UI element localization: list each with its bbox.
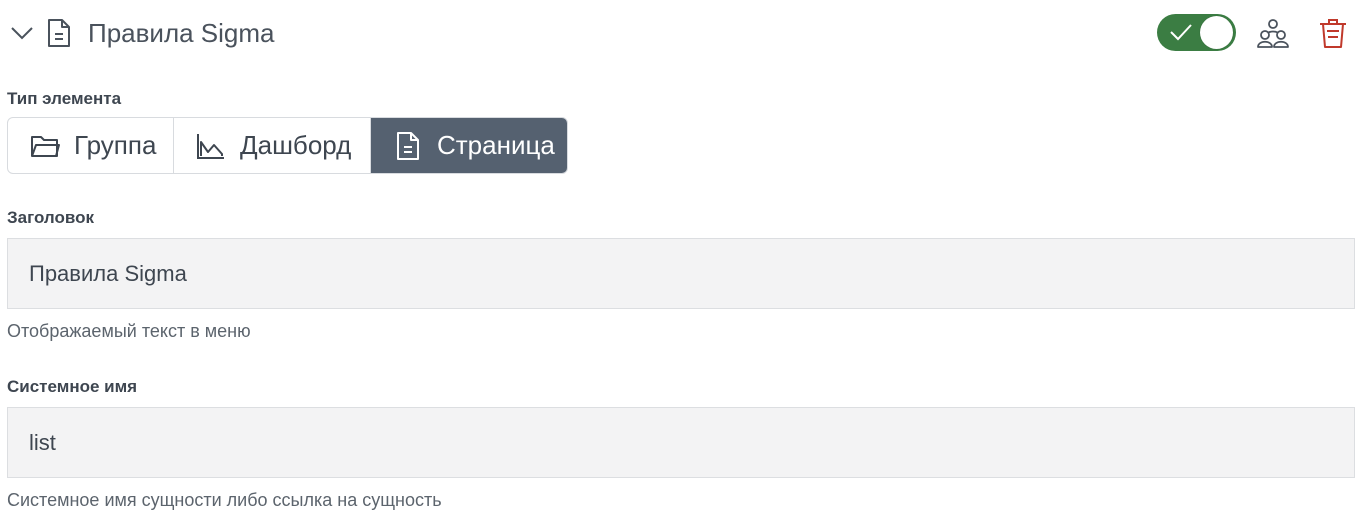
chevron-down-icon[interactable] bbox=[9, 22, 35, 44]
system-name-label: Системное имя bbox=[7, 377, 138, 396]
title-field-hint: Отображаемый текст в меню bbox=[7, 321, 251, 341]
check-icon bbox=[1169, 23, 1193, 46]
trash-icon[interactable] bbox=[1317, 16, 1349, 50]
system-name-input[interactable] bbox=[8, 408, 1354, 477]
chart-icon bbox=[194, 131, 228, 161]
document-icon bbox=[45, 18, 73, 48]
element-type-group[interactable]: Группа bbox=[8, 118, 174, 173]
title-field-label: Заголовок bbox=[7, 208, 95, 227]
element-type-label: Тип элемента bbox=[7, 89, 122, 108]
document-icon bbox=[391, 131, 425, 161]
users-icon[interactable] bbox=[1257, 16, 1289, 50]
title-input[interactable] bbox=[8, 239, 1354, 308]
title-field bbox=[7, 238, 1355, 309]
system-name-hint: Системное имя сущности либо ссылка на су… bbox=[7, 490, 442, 510]
toggle-knob bbox=[1200, 16, 1233, 49]
element-type-page-label: Страница bbox=[437, 130, 555, 160]
element-type-page[interactable]: Страница bbox=[371, 118, 567, 173]
enabled-toggle[interactable] bbox=[1157, 14, 1236, 51]
element-type-dashboard[interactable]: Дашборд bbox=[174, 118, 371, 173]
element-type-dashboard-label: Дашборд bbox=[240, 130, 352, 160]
element-type-group-label: Группа bbox=[74, 130, 157, 160]
item-header: Правила Sigma bbox=[0, 0, 1369, 66]
folder-icon bbox=[28, 131, 62, 161]
element-type-selector: Группа Дашборд Страница bbox=[7, 117, 568, 174]
page-title: Правила Sigma bbox=[88, 18, 275, 48]
system-name-field bbox=[7, 407, 1355, 478]
